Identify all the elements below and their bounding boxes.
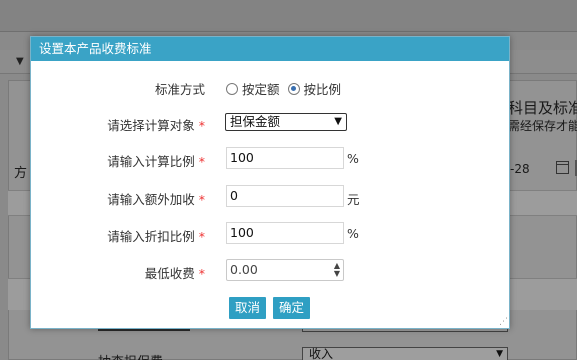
calc-target-row: 请选择计算对象 * 担保金额 ▼ xyxy=(31,111,509,135)
chevron-down-icon: ▼ xyxy=(496,349,503,359)
chevron-down-icon: ▼ xyxy=(16,56,24,67)
background-note: 需经保存才能 xyxy=(508,119,577,133)
required-mark: * xyxy=(198,229,205,244)
cancel-button[interactable]: 取消 xyxy=(229,297,266,319)
extra-fee-label: 请输入额外加收 * xyxy=(107,189,205,208)
calc-ratio-unit: % xyxy=(347,151,359,166)
radio-fixed-amount[interactable] xyxy=(226,82,238,95)
calc-target-label: 请选择计算对象 * xyxy=(107,115,205,134)
discount-ratio-row: 请输入折扣比例 * 100 % xyxy=(31,222,509,246)
extra-fee-row: 请输入额外加收 * 0 元 xyxy=(31,185,509,209)
min-fee-row: 最低收费 * 0.00 ▲ ▼ xyxy=(31,259,509,283)
radio-by-ratio-label[interactable]: 按比例 xyxy=(304,79,342,98)
background-date-fragment: -28 xyxy=(510,162,530,176)
radio-by-ratio[interactable] xyxy=(287,82,300,95)
calc-ratio-input[interactable]: 100 xyxy=(226,147,344,169)
discount-ratio-label-text: 请输入折扣比例 xyxy=(107,229,195,244)
standard-mode-radio-group: 按定额 按比例 xyxy=(226,79,349,98)
background-row-label: 抽查担保费 xyxy=(98,351,163,360)
calc-ratio-row: 请输入计算比例 * 100 % xyxy=(31,147,509,171)
min-fee-spinner[interactable]: 0.00 ▲ ▼ xyxy=(226,259,344,281)
required-mark: * xyxy=(198,154,205,169)
background-topbar xyxy=(0,0,577,32)
min-fee-label-text: 最低收费 xyxy=(144,266,195,281)
discount-ratio-label: 请输入折扣比例 * xyxy=(107,226,205,245)
extra-fee-unit: 元 xyxy=(347,192,360,207)
calc-ratio-label: 请输入计算比例 * xyxy=(107,151,205,170)
required-mark: * xyxy=(198,266,205,281)
background-row-select: 收入 ▼ xyxy=(302,347,508,360)
standard-mode-label: 标准方式 xyxy=(155,79,205,98)
calendar-icon xyxy=(556,161,569,174)
extra-fee-label-text: 请输入额外加收 xyxy=(107,192,195,207)
discount-ratio-input[interactable]: 100 xyxy=(226,222,344,244)
standard-mode-row: 标准方式 按定额 按比例 xyxy=(31,75,509,99)
chevron-down-icon: ▼ xyxy=(334,116,342,127)
standard-mode-label-text: 标准方式 xyxy=(154,82,205,97)
required-mark: * xyxy=(198,192,205,207)
background-left-label: 方 xyxy=(14,166,28,181)
spinner-down-icon[interactable]: ▼ xyxy=(334,270,340,278)
calc-target-label-text: 请选择计算对象 xyxy=(107,118,195,133)
calc-ratio-label-text: 请输入计算比例 xyxy=(107,154,195,169)
dialog-title[interactable]: 设置本产品收费标准 xyxy=(31,37,509,61)
confirm-button[interactable]: 确定 xyxy=(273,297,310,319)
fee-standard-dialog: 设置本产品收费标准 标准方式 按定额 按比例 请选择计算对象 * 担保金额 ▼ 请… xyxy=(30,36,510,329)
discount-ratio-unit: % xyxy=(347,226,359,241)
extra-fee-input[interactable]: 0 xyxy=(226,185,344,207)
background-row-select-value: 收入 xyxy=(309,347,334,360)
dialog-button-row: 取消 确定 xyxy=(31,297,509,321)
background-heading: 科目及标准 xyxy=(508,99,577,117)
resize-grip-icon[interactable]: ⋰ xyxy=(499,317,508,327)
calc-target-value: 担保金额 xyxy=(230,114,281,129)
min-fee-value: 0.00 xyxy=(230,262,258,277)
calc-target-select[interactable]: 担保金额 ▼ xyxy=(225,113,347,131)
radio-fixed-amount-label[interactable]: 按定额 xyxy=(242,79,280,98)
required-mark: * xyxy=(198,118,205,133)
min-fee-label: 最低收费 * xyxy=(145,263,205,282)
